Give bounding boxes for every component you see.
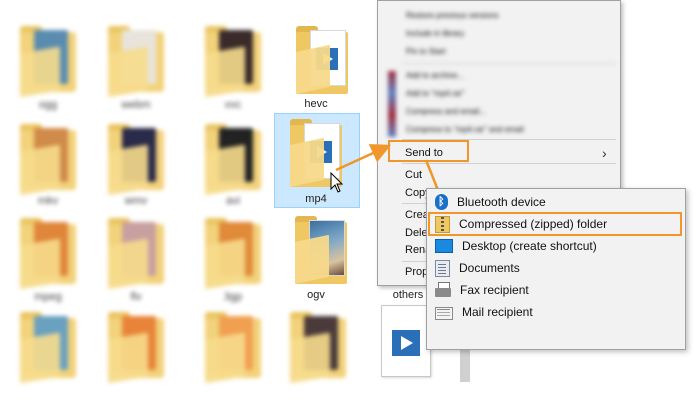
submenu-item-bluetooth[interactable]: ᛒ Bluetooth device xyxy=(435,192,546,212)
submenu-item-documents[interactable]: Documents xyxy=(435,258,520,278)
submenu-item-label: Bluetooth device xyxy=(457,195,546,209)
highlight-compressed-folder xyxy=(428,212,682,236)
fax-icon xyxy=(435,282,451,298)
submenu-item-label: Fax recipient xyxy=(460,283,529,297)
submenu-item-mail[interactable]: Mail recipient xyxy=(435,302,533,322)
desktop-icon xyxy=(435,239,453,253)
mail-icon xyxy=(435,306,453,320)
submenu-item-label: Desktop (create shortcut) xyxy=(462,239,597,253)
documents-icon xyxy=(435,259,450,277)
submenu-item-label: Mail recipient xyxy=(462,305,533,319)
bluetooth-icon: ᛒ xyxy=(435,194,448,210)
submenu-item-desktop[interactable]: Desktop (create shortcut) xyxy=(435,236,597,256)
submenu-item-label: Documents xyxy=(459,261,520,275)
submenu-item-fax[interactable]: Fax recipient xyxy=(435,280,529,300)
